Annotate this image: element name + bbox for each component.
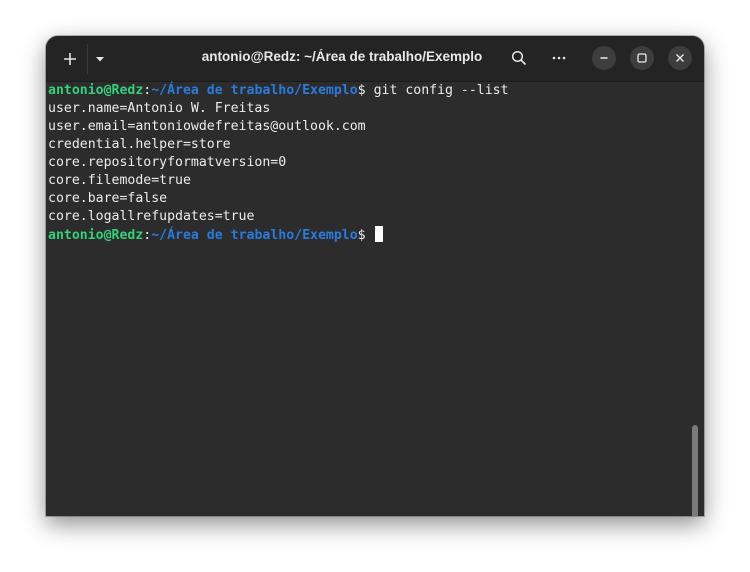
active-prompt-line[interactable]: antonio@Redz:~/Área de trabalho/Exemplo$ (48, 226, 383, 244)
close-icon (676, 54, 684, 62)
ellipsis-icon (552, 56, 566, 60)
terminal-window: antonio@Redz: ~/Área de trabalho/Exemplo (46, 36, 704, 516)
prompt-user-host: antonio@Redz (48, 228, 144, 243)
plus-icon (64, 53, 76, 65)
chevron-down-icon (96, 57, 104, 62)
close-button[interactable] (668, 46, 692, 70)
output-line: credential.helper=store (48, 137, 231, 152)
main-menu-button[interactable] (545, 44, 573, 72)
output-line: core.logallrefupdates=true (48, 209, 255, 224)
prompt-path: ~/Área de trabalho/Exemplo (151, 83, 358, 98)
scrollbar-thumb[interactable] (692, 425, 698, 516)
window-title: antonio@Redz: ~/Área de trabalho/Exemplo (201, 49, 483, 64)
output-line: user.email=antoniowdefreitas@outlook.com (48, 119, 366, 134)
output-line: core.repositoryformatversion=0 (48, 155, 287, 170)
text-cursor (374, 226, 383, 242)
prompt-symbol: $ (357, 83, 366, 98)
title-bar[interactable]: antonio@Redz: ~/Área de trabalho/Exemplo (46, 36, 704, 82)
search-button[interactable] (505, 44, 533, 72)
prompt-path: ~/Área de trabalho/Exemplo (151, 228, 358, 243)
search-icon (511, 50, 527, 66)
output-line: core.filemode=true (48, 173, 191, 188)
new-tab-button[interactable] (54, 42, 86, 76)
maximize-icon (637, 53, 647, 63)
tab-menu-button[interactable] (88, 42, 112, 76)
minimize-button[interactable] (592, 46, 616, 70)
output-line: user.name=Antonio W. Freitas (48, 101, 271, 116)
output-line: core.bare=false (48, 191, 168, 206)
prompt-symbol: $ (357, 228, 366, 243)
minimize-icon (600, 57, 608, 59)
terminal-output-area[interactable]: antonio@Redz:~/Área de trabalho/Exemplo$… (46, 82, 704, 516)
prompt-user-host: antonio@Redz (48, 83, 144, 98)
maximize-button[interactable] (630, 46, 654, 70)
command-line: antonio@Redz:~/Área de trabalho/Exemplo$… (48, 82, 509, 100)
command-text: git config --list (365, 83, 509, 98)
